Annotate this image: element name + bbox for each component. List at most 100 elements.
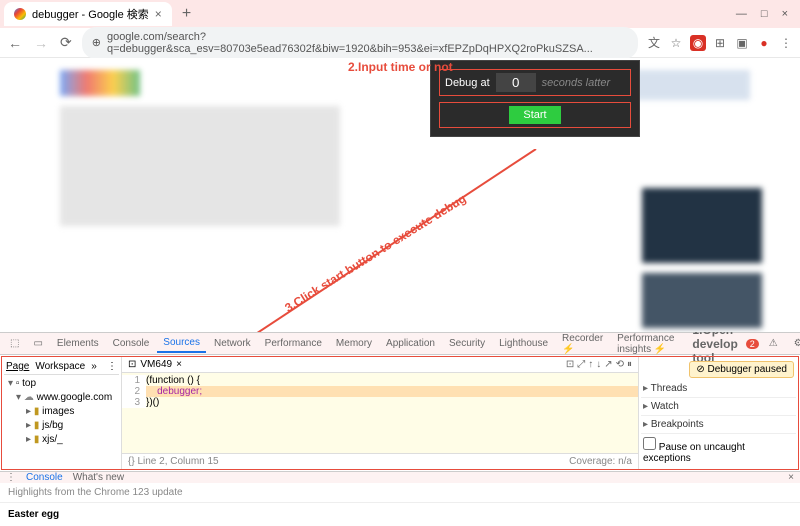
overrides-icon[interactable]: ⊡ bbox=[128, 359, 136, 370]
close-button[interactable]: × bbox=[782, 8, 788, 20]
file-close-icon[interactable]: × bbox=[176, 359, 182, 370]
square-icon[interactable]: ▣ bbox=[734, 35, 750, 51]
breakpoints-section[interactable]: Breakpoints bbox=[641, 416, 796, 434]
blurred-image-2 bbox=[642, 273, 762, 328]
start-button[interactable]: Start bbox=[509, 106, 560, 124]
code-panel: ⊡ VM649 × ⊡ ⤢ ↑ ↓ ↗ ⟲ ⏸ 1(function () { … bbox=[122, 357, 638, 469]
tree-folder-xjs[interactable]: ▮ xjs/_ bbox=[4, 433, 119, 447]
window-controls: — □ × bbox=[736, 8, 796, 20]
tab-perf-insights[interactable]: Performance insights ⚡ bbox=[611, 330, 680, 358]
code-editor[interactable]: 1(function () { 2 debugger; 3})() bbox=[122, 373, 638, 453]
tab-elements[interactable]: Elements bbox=[51, 335, 105, 352]
menu-icon[interactable]: ⋮ bbox=[778, 35, 794, 51]
drawer-close-icon[interactable]: × bbox=[788, 472, 794, 483]
minimize-button[interactable]: — bbox=[736, 8, 747, 20]
debugger-sidebar: ⊘ Debugger paused Threads Watch Breakpoi… bbox=[638, 357, 798, 469]
pause-icon[interactable]: ⏸ bbox=[627, 359, 632, 370]
seconds-label: seconds latter bbox=[542, 77, 610, 89]
devtools-tabs: ⬚ ▭ Elements Console Sources Network Per… bbox=[0, 333, 800, 355]
avatar-icon[interactable]: ● bbox=[756, 35, 772, 51]
step-over-icon[interactable]: ⤢ bbox=[577, 359, 585, 370]
easter-egg-heading: Easter egg bbox=[0, 503, 800, 526]
site-info-icon[interactable]: ⊕ bbox=[92, 36, 101, 49]
watch-section[interactable]: Watch bbox=[641, 398, 796, 416]
extensions-icon[interactable]: ⊞ bbox=[712, 35, 728, 51]
drawer-whatsnew[interactable]: What's new bbox=[73, 472, 124, 483]
step-into-icon[interactable]: ↑ bbox=[588, 359, 593, 370]
blurred-image-1 bbox=[642, 188, 762, 263]
devtools-body: Page Workspace » ⋮ ▫ top ☁ www.google.co… bbox=[1, 356, 799, 470]
devtools: ⬚ ▭ Elements Console Sources Network Per… bbox=[0, 332, 800, 500]
sources-sidebar: Page Workspace » ⋮ ▫ top ☁ www.google.co… bbox=[2, 357, 122, 469]
tab-console[interactable]: Console bbox=[107, 335, 156, 352]
blurred-logo bbox=[60, 70, 140, 96]
tab-close-icon[interactable]: × bbox=[155, 7, 162, 21]
tree-domain[interactable]: ☁ www.google.com bbox=[4, 391, 119, 405]
start-row: Start bbox=[439, 102, 631, 128]
tab-memory[interactable]: Memory bbox=[330, 335, 378, 352]
back-button[interactable]: ← bbox=[6, 35, 24, 51]
tab-performance[interactable]: Performance bbox=[259, 335, 328, 352]
file-tab-bar: ⊡ VM649 × ⊡ ⤢ ↑ ↓ ↗ ⟲ ⏸ bbox=[122, 357, 638, 373]
coverage: Coverage: n/a bbox=[569, 456, 632, 467]
tree-top[interactable]: ▫ top bbox=[4, 377, 119, 391]
blurred-header bbox=[630, 70, 750, 100]
warning-icon[interactable]: ⚠ bbox=[763, 335, 784, 352]
tab-title: debugger - Google 検索 bbox=[32, 6, 149, 22]
drawer-menu-icon[interactable]: ⋮ bbox=[6, 472, 16, 483]
pause-checkbox[interactable] bbox=[643, 437, 656, 450]
devtools-right: 2 ⚠ ⚙ ⋮ × bbox=[746, 335, 800, 352]
cursor-pos: {} Line 2, Column 15 bbox=[128, 456, 219, 467]
toolbar-actions: 文 ☆ ◉ ⊞ ▣ ● ⋮ bbox=[646, 35, 794, 51]
deactivate-bp-icon[interactable]: ⟲ bbox=[616, 359, 624, 370]
pause-exceptions[interactable]: Pause on uncaught exceptions bbox=[641, 434, 796, 467]
debug-time-row: Debug at seconds latter bbox=[439, 69, 631, 96]
step-icon[interactable]: ↗ bbox=[604, 359, 612, 370]
debug-panel: Debug at seconds latter Start bbox=[430, 60, 640, 137]
debugger-paused-badge: ⊘ Debugger paused bbox=[689, 361, 794, 378]
translate-icon[interactable]: 文 bbox=[646, 35, 662, 51]
bookmark-icon[interactable]: ☆ bbox=[668, 35, 684, 51]
debugger-controls: ⊡ ⤢ ↑ ↓ ↗ ⟲ ⏸ bbox=[566, 359, 632, 370]
tree-folder-images[interactable]: ▮ images bbox=[4, 405, 119, 419]
page-tab[interactable]: Page bbox=[6, 361, 29, 372]
tab-sources[interactable]: Sources bbox=[157, 334, 206, 353]
url-bar: ← → ⟳ ⊕ google.com/search?q=debugger&sca… bbox=[0, 28, 800, 58]
debug-time-input[interactable] bbox=[496, 73, 536, 92]
forward-button[interactable]: → bbox=[32, 35, 50, 51]
titlebar: debugger - Google 検索 × + — □ × bbox=[0, 0, 800, 28]
resume-icon[interactable]: ⊡ bbox=[566, 359, 574, 370]
tab-recorder[interactable]: Recorder ⚡ bbox=[556, 330, 609, 358]
error-badge[interactable]: 2 bbox=[746, 339, 759, 349]
tree-folder-jsbg[interactable]: ▮ js/bg bbox=[4, 419, 119, 433]
drawer-console[interactable]: Console bbox=[26, 472, 63, 483]
device-icon[interactable]: ▭ bbox=[27, 335, 48, 352]
inspect-icon[interactable]: ⬚ bbox=[4, 335, 25, 352]
drawer: ⋮ Console What's new × bbox=[0, 471, 800, 483]
tab-network[interactable]: Network bbox=[208, 335, 257, 352]
reload-button[interactable]: ⟳ bbox=[58, 34, 74, 51]
tab-application[interactable]: Application bbox=[380, 335, 441, 352]
tab-security[interactable]: Security bbox=[443, 335, 491, 352]
drawer-content: Highlights from the Chrome 123 update Ea… bbox=[0, 483, 800, 526]
code-status: {} Line 2, Column 15 Coverage: n/a bbox=[122, 453, 638, 469]
workspace-tab[interactable]: Workspace bbox=[35, 361, 85, 372]
maximize-button[interactable]: □ bbox=[761, 8, 768, 20]
file-name[interactable]: VM649 bbox=[140, 359, 172, 370]
settings-icon[interactable]: ⚙ bbox=[788, 335, 800, 352]
address-bar[interactable]: ⊕ google.com/search?q=debugger&sca_esv=8… bbox=[82, 27, 638, 59]
more-tabs[interactable]: » bbox=[91, 361, 97, 372]
highlights-text: Highlights from the Chrome 123 update bbox=[0, 483, 800, 503]
more-icon[interactable]: ⋮ bbox=[107, 361, 117, 372]
favicon bbox=[14, 8, 26, 20]
threads-section[interactable]: Threads bbox=[641, 380, 796, 398]
new-tab-button[interactable]: + bbox=[176, 5, 197, 23]
url-text: google.com/search?q=debugger&sca_esv=807… bbox=[107, 31, 628, 55]
debug-at-label: Debug at bbox=[445, 77, 490, 89]
tab-lighthouse[interactable]: Lighthouse bbox=[493, 335, 554, 352]
annotation-2: 2.Input time or not bbox=[348, 60, 453, 74]
browser-tab[interactable]: debugger - Google 検索 × bbox=[4, 2, 172, 26]
page-content: Debug at seconds latter Start 2.Input ti… bbox=[0, 58, 800, 332]
extension-icon[interactable]: ◉ bbox=[690, 35, 706, 51]
step-out-icon[interactable]: ↓ bbox=[596, 359, 601, 370]
